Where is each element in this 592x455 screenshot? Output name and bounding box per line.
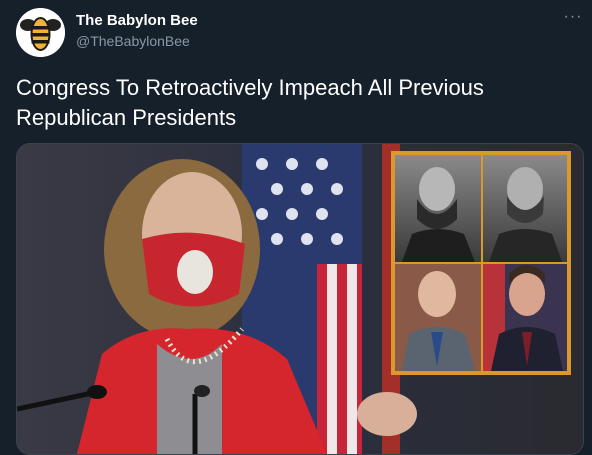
- more-options-button[interactable]: ···: [560, 8, 586, 30]
- tweet-media-image[interactable]: [16, 143, 584, 455]
- author-handle[interactable]: @TheBabylonBee: [76, 33, 190, 49]
- presidents-collage-inset: [391, 151, 571, 375]
- tweet-text: Congress To Retroactively Impeach All Pr…: [16, 75, 484, 130]
- author-name[interactable]: The Babylon Bee: [76, 12, 198, 29]
- more-icon: ···: [563, 8, 583, 25]
- news-photo: [17, 144, 583, 454]
- bee-logo-icon: [16, 8, 65, 57]
- tweet[interactable]: The Babylon Bee @TheBabylonBee ··· Congr…: [0, 0, 592, 455]
- avatar[interactable]: [16, 8, 65, 57]
